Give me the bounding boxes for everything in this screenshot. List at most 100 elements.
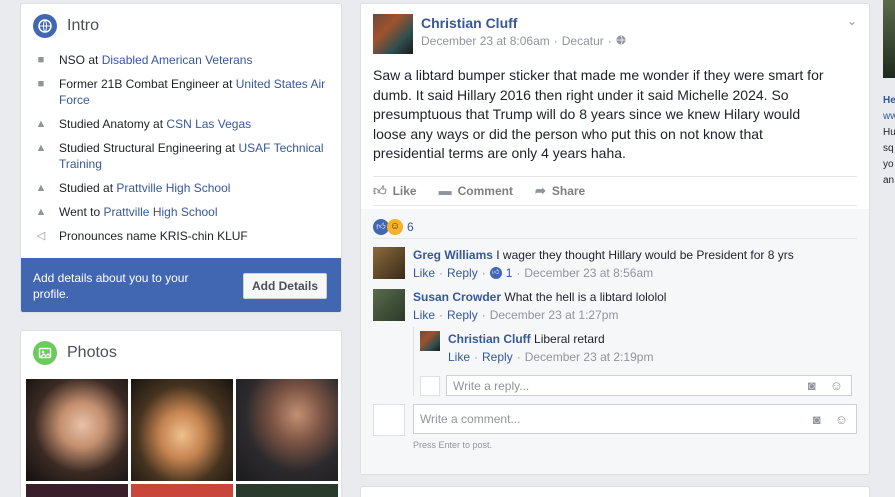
avatar[interactable] xyxy=(373,289,405,321)
intro-item: ◁ Pronounces name KRIS-chin KLUF xyxy=(33,228,329,244)
comment-time[interactable]: December 23 at 8:56am xyxy=(524,265,653,281)
comment: Susan Crowder What the hell is a libtard… xyxy=(361,281,869,323)
reaction-count[interactable]: 6 xyxy=(407,220,414,234)
reply: Christian Cluff Liberal retard Like · Rep… xyxy=(420,327,869,365)
reply-meta: Like · Reply · December 23 at 2:19pm xyxy=(448,349,653,365)
intro-item-link[interactable]: Disabled American Veterans xyxy=(102,53,253,67)
add-details-prompt: Add details about you to your profile. xyxy=(33,271,189,301)
separator-dot: · xyxy=(481,308,486,322)
intro-item-text: Studied Structural Engineering at xyxy=(59,141,239,155)
comment-body: Greg Williams I wager they thought Hilla… xyxy=(413,247,794,281)
separator-dot: · xyxy=(516,350,521,364)
comment-button[interactable]: ▬ Comment xyxy=(439,183,513,198)
graduation-cap-icon: ▲ xyxy=(35,206,47,218)
comment: Greg Williams I wager they thought Hilla… xyxy=(361,239,869,281)
comment-composer: Write a comment... ◙ ☺ xyxy=(361,396,869,436)
comment-like-count[interactable]: 1 xyxy=(506,265,513,281)
reply-composer: Write a reply... ◙ ☺ xyxy=(420,375,869,396)
photos-icon xyxy=(33,341,57,365)
reply-input[interactable]: Write a reply... ◙ ☺ xyxy=(446,375,852,396)
intro-item-link[interactable]: CSN Las Vegas xyxy=(166,117,251,131)
globe-icon xyxy=(616,32,626,50)
photo-thumbnail[interactable] xyxy=(131,484,233,497)
comment-placeholder: Write a comment... xyxy=(419,412,521,426)
comment-reply-link[interactable]: Reply xyxy=(447,307,478,323)
peek-line[interactable]: ww xyxy=(883,109,895,125)
add-details-banner: Add details about you to your profile. A… xyxy=(21,258,341,312)
separator-dot: · xyxy=(516,266,521,280)
comment-icon: ▬ xyxy=(438,183,452,198)
peek-line: sq xyxy=(883,143,894,154)
like-button[interactable]: 👍︎ Like xyxy=(373,183,417,199)
post-location[interactable]: Decatur xyxy=(562,32,604,50)
reactions-summary[interactable]: 👍︎ ☺ 6 xyxy=(373,209,857,239)
graduation-cap-icon: ▲ xyxy=(35,118,47,130)
avatar[interactable] xyxy=(373,14,413,54)
post-meta: Christian Cluff December 23 at 8:06am · … xyxy=(421,14,626,54)
comment-text-line: Greg Williams I wager they thought Hilla… xyxy=(413,247,794,263)
photo-thumbnail[interactable] xyxy=(131,379,233,481)
intro-item-link[interactable]: Prattville High School xyxy=(116,181,230,195)
avatar[interactable] xyxy=(420,331,440,351)
intro-item-link[interactable]: Prattville High School xyxy=(103,205,217,219)
reply-text: Liberal retard xyxy=(534,332,605,346)
post-subline: December 23 at 8:06am · Decatur · xyxy=(421,32,626,50)
reply-reply-link[interactable]: Reply xyxy=(482,349,513,365)
intro-title: Intro xyxy=(67,17,100,34)
peek-line[interactable]: He xyxy=(883,93,895,109)
photos-title: Photos xyxy=(67,344,117,361)
avatar xyxy=(420,375,440,396)
camera-icon[interactable]: ◙ xyxy=(808,378,816,393)
intro-item-text: Studied at xyxy=(59,181,117,195)
comment-author[interactable]: Greg Williams xyxy=(413,248,493,262)
like-label: Like xyxy=(392,183,417,198)
add-details-button[interactable]: Add Details xyxy=(242,273,327,299)
reply-time[interactable]: December 23 at 2:19pm xyxy=(525,349,654,365)
intro-item-text: Studied Anatomy at xyxy=(59,117,167,131)
camera-icon[interactable]: ◙ xyxy=(813,412,821,427)
comment-author[interactable]: Susan Crowder xyxy=(413,290,501,304)
intro-header: Intro xyxy=(21,4,341,48)
share-button[interactable]: ➦ Share xyxy=(535,183,585,199)
speaker-icon: ◁ xyxy=(36,230,46,242)
intro-item: ■ Former 21B Combat Engineer at United St… xyxy=(33,76,329,108)
share-icon: ➦ xyxy=(534,182,546,198)
sidebar-image[interactable] xyxy=(883,0,895,78)
comments-section: 👍︎ ☺ 6 Greg Williams I wager they though… xyxy=(361,209,869,474)
photo-thumbnail[interactable] xyxy=(26,379,128,481)
intro-item-text: Went to xyxy=(59,205,104,219)
comment-reply-link[interactable]: Reply xyxy=(447,265,478,281)
like-reaction-icon: 👍︎ xyxy=(489,267,502,279)
intro-item: ▲ Studied Anatomy at CSN Las Vegas xyxy=(33,116,329,132)
separator-dot: · xyxy=(474,350,479,364)
emoji-icon[interactable]: ☺ xyxy=(830,378,843,393)
post-author[interactable]: Christian Cluff xyxy=(421,14,626,32)
globe-icon xyxy=(33,14,57,38)
comment-like-link[interactable]: Like xyxy=(413,307,435,323)
reply-author[interactable]: Christian Cluff xyxy=(448,332,531,346)
photo-thumbnail[interactable] xyxy=(236,379,338,481)
comment-input[interactable]: Write a comment... ◙ ☺ xyxy=(412,404,857,434)
chevron-down-icon[interactable]: ⌄ xyxy=(847,14,857,28)
graduation-cap-icon: ▲ xyxy=(35,182,47,194)
post-date[interactable]: December 23 at 8:06am xyxy=(421,32,550,50)
reply-placeholder: Write a reply... xyxy=(453,378,530,393)
photos-header: Photos xyxy=(21,331,341,375)
comment-label: Comment xyxy=(457,183,513,198)
peek-line: yo xyxy=(883,159,894,170)
emoji-icon[interactable]: ☺ xyxy=(835,412,848,427)
avatar[interactable] xyxy=(373,247,405,279)
comment-like-link[interactable]: Like xyxy=(413,265,435,281)
reply-like-link[interactable]: Like xyxy=(448,349,470,365)
photo-grid-row2 xyxy=(21,481,341,497)
reply-body: Christian Cluff Liberal retard Like · Rep… xyxy=(448,331,653,365)
comment-time[interactable]: December 23 at 1:27pm xyxy=(490,307,619,323)
separator-dot: · xyxy=(553,34,558,48)
graduation-cap-icon: ▲ xyxy=(35,142,47,154)
photo-thumbnail[interactable] xyxy=(236,484,338,497)
photo-thumbnail[interactable] xyxy=(26,484,128,497)
reply-text-line: Christian Cluff Liberal retard xyxy=(448,331,653,347)
intro-list: ■ NSO at Disabled American Veterans ■ Form… xyxy=(21,48,341,244)
reply-thread: Christian Cluff Liberal retard Like · Rep… xyxy=(413,327,869,396)
intro-card: Intro ■ NSO at Disabled American Veterans… xyxy=(20,3,342,313)
